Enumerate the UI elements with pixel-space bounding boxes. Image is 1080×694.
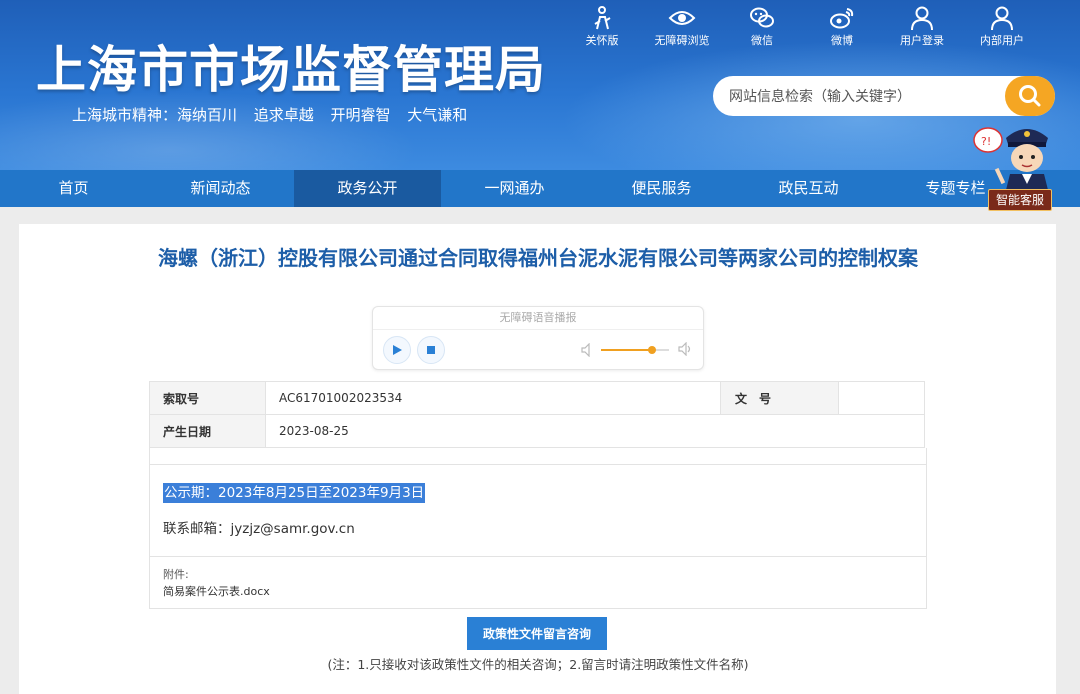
user-icon xyxy=(911,6,933,31)
contact-email: 联系邮箱：jyzjz@samr.gov.cn xyxy=(163,521,355,537)
nav-item-gov-affairs[interactable]: 政务公开 xyxy=(294,170,441,207)
weibo-icon xyxy=(830,8,854,29)
top-link-weibo[interactable]: 微博 xyxy=(802,4,882,48)
player-title: 无障碍语音播报 xyxy=(373,307,703,330)
top-link-wechat[interactable]: 微信 xyxy=(722,4,802,48)
attachment-label: 附件: xyxy=(163,568,189,581)
top-link-elder-care[interactable]: 关怀版 xyxy=(562,4,642,48)
stop-button[interactable] xyxy=(417,336,445,364)
site-header: 上海市市场监督管理局 上海城市精神：海纳百川 追求卓越 开明睿智 大气谦和 关怀… xyxy=(0,0,1080,170)
table-row: 索取号 AC61701002023534 文 号 xyxy=(149,381,925,415)
top-links: 关怀版 无障碍浏览 微信 微博 用户登录 内部用户 xyxy=(562,4,1042,48)
volume-slider[interactable] xyxy=(601,346,669,354)
policy-consult-button[interactable]: 政策性文件留言咨询 xyxy=(467,617,607,650)
search-icon xyxy=(1019,85,1041,107)
volume-low-icon xyxy=(581,343,590,357)
document-meta-table: 索取号 AC61701002023534 文 号 产生日期 2023-08-25 xyxy=(149,381,925,448)
divider xyxy=(150,464,926,465)
eye-icon xyxy=(668,11,696,25)
article-title: 海螺（浙江）控股有限公司通过合同取得福州台泥水泥有限公司等两家公司的控制权案 xyxy=(158,246,918,270)
user-icon xyxy=(991,6,1013,31)
wechat-icon xyxy=(750,7,774,28)
search-button[interactable] xyxy=(1005,76,1055,116)
assistant-button[interactable]: 智能客服 xyxy=(988,189,1052,211)
city-slogan: 上海城市精神：海纳百川 追求卓越 开明睿智 大气谦和 xyxy=(72,106,468,124)
top-link-login[interactable]: 用户登录 xyxy=(882,4,962,48)
main-nav: 首页 新闻动态 政务公开 一网通办 便民服务 政民互动 专题专栏 xyxy=(0,170,1080,207)
doc-no-value xyxy=(838,381,925,415)
nav-item-public-service[interactable]: 便民服务 xyxy=(588,170,735,207)
audio-player: 无障碍语音播报 xyxy=(372,306,704,370)
elder-care-icon xyxy=(594,6,611,30)
doc-no-label: 文 号 xyxy=(720,381,839,415)
play-icon xyxy=(393,345,402,355)
attachment-link[interactable]: 简易案件公示表.docx xyxy=(163,583,270,599)
nav-item-news[interactable]: 新闻动态 xyxy=(147,170,294,207)
date-value: 2023-08-25 xyxy=(265,414,925,448)
nav-item-interaction[interactable]: 政民互动 xyxy=(735,170,882,207)
consult-footnote: (注：1.只接收对该政策性文件的相关咨询；2.留言时请注明政策性文件名称) xyxy=(327,657,749,672)
top-link-internal[interactable]: 内部用户 xyxy=(962,4,1042,48)
divider xyxy=(150,556,926,557)
table-row: 产生日期 2023-08-25 xyxy=(149,414,925,448)
nav-item-home[interactable]: 首页 xyxy=(0,170,147,207)
volume-slider-handle[interactable] xyxy=(648,346,656,354)
notice-period: 公示期：2023年8月25日至2023年9月3日 xyxy=(163,483,426,503)
index-no-value: AC61701002023534 xyxy=(265,381,721,415)
nav-item-online-service[interactable]: 一网通办 xyxy=(441,170,588,207)
play-button[interactable] xyxy=(383,336,411,364)
date-label: 产生日期 xyxy=(149,414,266,448)
article-body: 公示期：2023年8月25日至2023年9月3日 联系邮箱：jyzjz@samr… xyxy=(149,448,927,609)
top-link-accessible[interactable]: 无障碍浏览 xyxy=(642,4,722,48)
site-search xyxy=(713,76,1055,118)
site-title[interactable]: 上海市市场监督管理局 xyxy=(36,40,546,100)
volume-high-icon xyxy=(678,342,691,356)
index-no-label: 索取号 xyxy=(149,381,266,415)
svg-text:?!: ?! xyxy=(981,135,991,148)
search-input[interactable] xyxy=(727,76,1011,118)
stop-icon xyxy=(427,346,435,354)
